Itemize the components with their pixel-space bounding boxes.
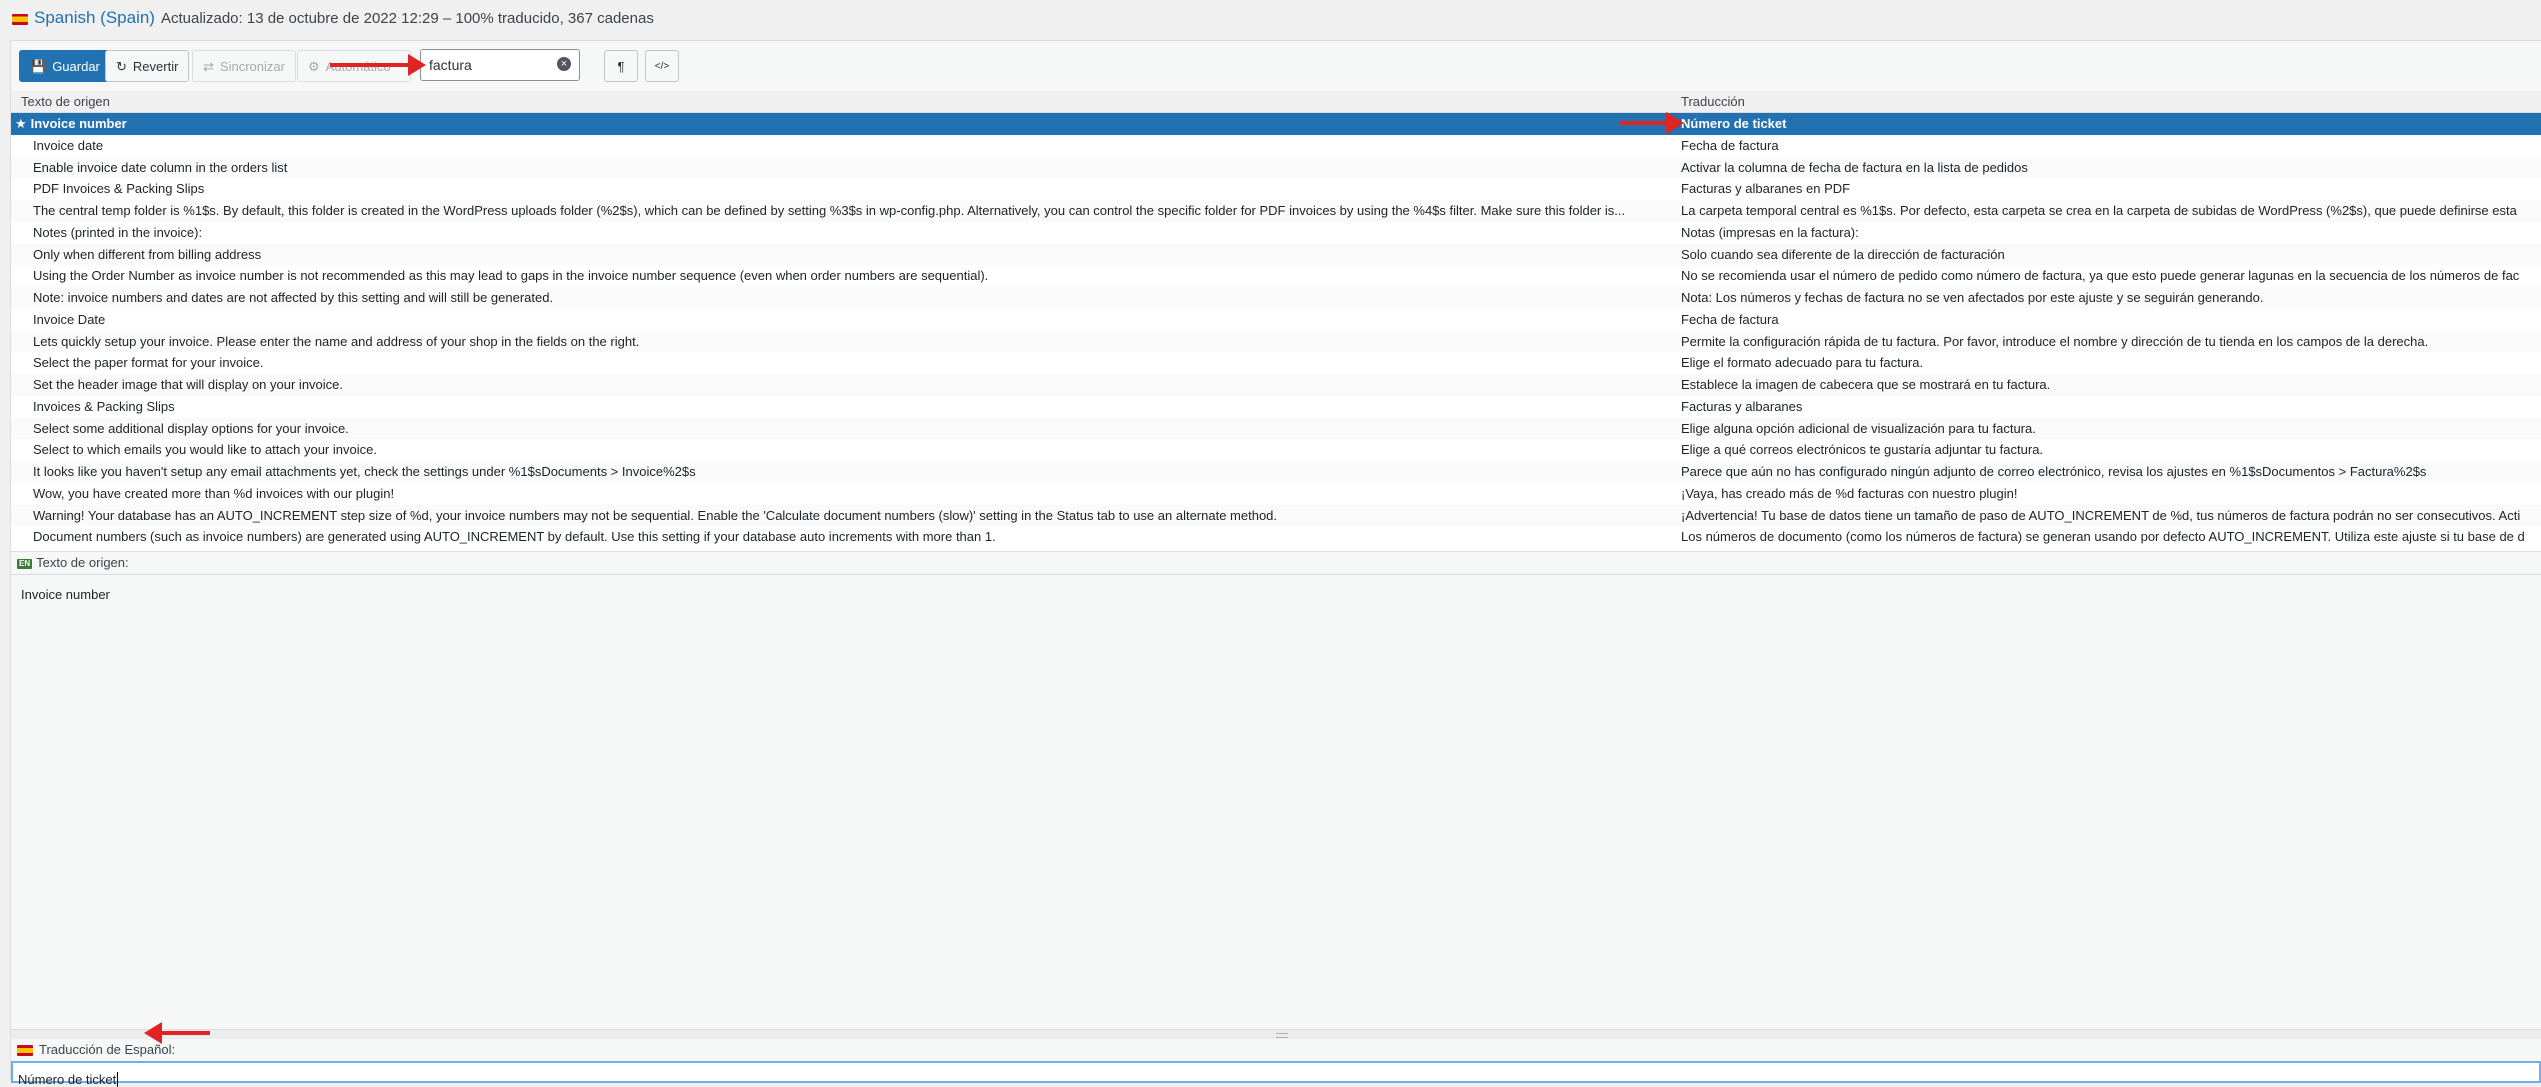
table-body: ★ Invoice number Número de ticket Invoice d… (11, 113, 2541, 548)
editor-panel: 💾Guardar ↻Revertir ⇄Sincronizar ⚙Automát… (10, 40, 2541, 1087)
source-cell: Enable invoice date column in the orders… (33, 159, 288, 175)
source-cell: Warning! Your database has an AUTO_INCRE… (33, 507, 1278, 523)
translation-cell: La carpeta temporal central es %1$s. Por… (1681, 203, 2517, 218)
source-cell: Notes (printed in the invoice): (33, 224, 203, 240)
table-row[interactable]: Invoice date Fecha de factura (11, 135, 2541, 157)
source-cell: Document numbers (such as invoice number… (33, 529, 996, 545)
source-cell: Invoices & Packing Slips (33, 398, 175, 414)
source-cell: Invoice Date (33, 311, 106, 327)
source-cell: Wow, you have created more than %d invoi… (33, 485, 395, 501)
table-row[interactable]: Warning! Your database has an AUTO_INCRE… (11, 504, 2541, 527)
source-cell: PDF Invoices & Packing Slips (33, 181, 205, 197)
translation-cell: No se recomienda usar el número de pedid… (1681, 268, 2520, 284)
strings-table: Texto de origen Traducción ★ Invoice numb… (11, 91, 2541, 549)
update-meta: Actualizado: 13 de octubre de 2022 12:29… (160, 10, 654, 27)
translation-cell: Notas (impresas en la factura): (1681, 224, 1859, 240)
translation-cell: Los números de documento (como los númer… (1681, 529, 2525, 545)
table-row[interactable]: Note: invoice numbers and dates are not … (11, 287, 2541, 309)
column-header-translation[interactable]: Traducción (1673, 91, 2541, 112)
table-row[interactable]: The central temp folder is %1$s. By defa… (11, 200, 2541, 222)
table-row[interactable]: Using the Order Number as invoice number… (11, 265, 2541, 287)
source-cell: ★ Invoice number (15, 116, 127, 131)
translation-cell: Activar la columna de fecha de factura e… (1681, 159, 2028, 175)
grip-icon (1276, 1033, 1288, 1038)
pilcrow-icon: ¶ (617, 58, 625, 74)
source-cell: It looks like you haven't setup any emai… (33, 464, 696, 479)
source-cell: Select the paper format for your invoice… (33, 355, 264, 371)
translation-cell: Facturas y albaranes en PDF (1681, 181, 1851, 197)
table-row[interactable]: Only when different from billing address… (11, 243, 2541, 266)
revert-icon: ↻ (116, 58, 127, 74)
annotation-arrow-translation (1620, 112, 1684, 134)
page-header: Spanish (Spain) Actualizado: 13 de octubr… (12, 6, 654, 30)
table-row[interactable]: PDF Invoices & Packing Slips Facturas y a… (11, 178, 2541, 200)
translation-cell: Fecha de factura (1681, 311, 1779, 327)
source-cell: Only when different from billing address (33, 246, 262, 262)
save-icon: 💾 (30, 58, 47, 74)
source-pane-header: EN Texto de origen: (11, 551, 2541, 575)
annotation-arrow-editor (144, 1022, 210, 1044)
table-row[interactable]: It looks like you haven't setup any emai… (11, 461, 2541, 483)
translation-pane-label: Traducción de Español: (39, 1042, 176, 1057)
table-row[interactable]: Invoices & Packing Slips Facturas y albar… (11, 396, 2541, 418)
table-row[interactable]: Select to which emails you would like to… (11, 439, 2541, 461)
toggle-code-view-button[interactable]: </> (645, 50, 679, 82)
translation-cell: Elige el formato adecuado para tu factur… (1681, 355, 1924, 371)
source-text: Invoice number (11, 575, 2541, 1029)
translation-cell: Número de ticket (1681, 116, 1787, 131)
robot-icon: ⚙ (308, 58, 320, 74)
source-cell: Select to which emails you would like to… (33, 442, 377, 458)
sync-button[interactable]: ⇄ Sincronizar (192, 50, 296, 82)
clear-search-icon[interactable]: × (557, 57, 571, 71)
table-row[interactable]: Lets quickly setup your invoice. Please … (11, 330, 2541, 353)
source-cell: Select some additional display options f… (33, 420, 349, 436)
translation-cell: Solo cuando sea diferente de la direcció… (1681, 246, 2005, 262)
source-pane-label: Texto de origen: (36, 555, 129, 570)
search-value: factura (429, 57, 472, 73)
table-row[interactable]: Wow, you have created more than %d invoi… (11, 483, 2541, 505)
toggle-invisibles-button[interactable]: ¶ (604, 50, 638, 82)
translation-cell: Parece que aún no has configurado ningún… (1681, 464, 2427, 479)
table-header: Texto de origen Traducción (11, 91, 2541, 113)
english-flag-icon: EN (17, 558, 33, 569)
source-cell: Using the Order Number as invoice number… (33, 268, 989, 284)
code-icon: </> (654, 60, 670, 72)
source-cell: Note: invoice numbers and dates are not … (33, 290, 554, 305)
revert-button[interactable]: ↻ Revertir (105, 50, 190, 82)
translation-cell: Facturas y albaranes (1681, 398, 1803, 414)
translation-cell: Establece la imagen de cabecera que se m… (1681, 377, 2051, 392)
table-row[interactable]: Select the paper format for your invoice… (11, 352, 2541, 374)
translation-cell: Permite la configuración rápida de tu fa… (1681, 333, 2429, 349)
column-header-source[interactable]: Texto de origen (11, 91, 1673, 112)
search-input[interactable]: factura × (420, 49, 580, 81)
source-cell: Invoice date (33, 137, 104, 153)
source-cell: Set the header image that will display o… (33, 377, 344, 392)
translation-cell: Elige a qué correos electrónicos te gust… (1681, 442, 2044, 458)
table-row[interactable]: Invoice Date Fecha de factura (11, 309, 2541, 331)
translation-cell: Nota: Los números y fechas de factura no… (1681, 290, 2264, 305)
translation-cell: ¡Vaya, has creado más de %d facturas con… (1681, 485, 2018, 501)
translation-cell: Elige alguna opción adicional de visuali… (1681, 420, 2036, 436)
table-row[interactable]: Enable invoice date column in the orders… (11, 156, 2541, 179)
source-cell: Lets quickly setup your invoice. Please … (33, 333, 640, 349)
translation-pane-header: Traducción de Español: (11, 1039, 2541, 1061)
table-row[interactable]: Select some additional display options f… (11, 417, 2541, 440)
table-row[interactable]: Notes (printed in the invoice): Notas (im… (11, 222, 2541, 244)
source-cell: The central temp folder is %1$s. By defa… (33, 203, 1626, 218)
table-row[interactable]: Set the header image that will display o… (11, 374, 2541, 396)
translation-cell: Fecha de factura (1681, 137, 1779, 153)
spain-flag-icon (12, 13, 28, 25)
sync-icon: ⇄ (203, 58, 214, 74)
spain-flag-icon (17, 1045, 33, 1057)
table-row[interactable]: ★ Invoice number Número de ticket (11, 113, 2541, 135)
star-icon: ★ (15, 116, 27, 131)
table-row[interactable]: Document numbers (such as invoice number… (11, 526, 2541, 548)
save-button[interactable]: 💾 Guardar (19, 50, 111, 82)
annotation-arrow-search (330, 54, 426, 76)
language-name[interactable]: Spanish (Spain) (34, 8, 155, 27)
translation-cell: ¡Advertencia! Tu base de datos tiene un … (1681, 507, 2521, 523)
